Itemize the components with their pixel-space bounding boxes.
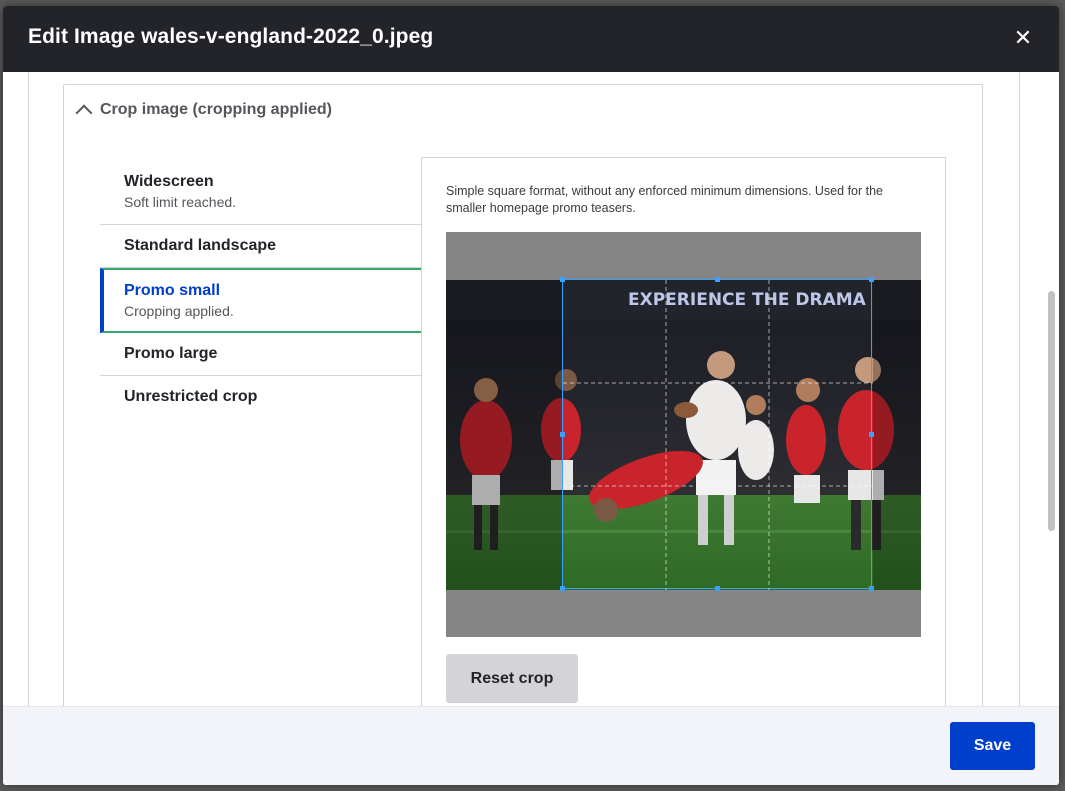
tab-status: Cropping applied.	[124, 303, 234, 319]
tab-status: Soft limit reached.	[124, 194, 237, 210]
crop-handle-e[interactable]	[869, 432, 874, 437]
crop-handle-w[interactable]	[560, 432, 565, 437]
crop-handle-se[interactable]	[869, 586, 874, 591]
dialog-content: Crop image (cropping applied) Widescreen…	[3, 72, 1059, 706]
dialog-footer: Save	[3, 706, 1059, 785]
tab-label: Promo large	[124, 345, 218, 362]
content-scrollbar[interactable]	[1048, 291, 1055, 531]
tab-standard-landscape[interactable]: Standard landscape	[100, 225, 422, 268]
crop-description: Simple square format, without any enforc…	[446, 184, 883, 215]
chevron-up-icon	[75, 104, 93, 122]
crop-details: Crop image (cropping applied) Widescreen…	[63, 84, 983, 706]
dialog-title: Edit Image wales-v-england-2022_0.jpeg	[28, 25, 434, 48]
tab-widescreen[interactable]: Widescreen Soft limit reached.	[100, 159, 422, 225]
tab-label: Standard landscape	[124, 237, 277, 254]
crop-details-summary[interactable]: Crop image (cropping applied)	[75, 101, 333, 122]
edit-image-dialog: Edit Image wales-v-england-2022_0.jpeg ✕…	[3, 6, 1059, 785]
crop-handle-s[interactable]	[715, 586, 720, 591]
tab-promo-small[interactable]: Promo small Cropping applied.	[100, 268, 422, 333]
crop-handle-ne[interactable]	[869, 277, 874, 282]
crop-area[interactable]: EXPERIENCE THE DRAMA	[446, 232, 921, 637]
save-button[interactable]: Save	[950, 722, 1035, 770]
tab-label: Widescreen	[124, 173, 214, 190]
close-icon[interactable]: ✕	[1013, 27, 1033, 49]
reset-crop-button[interactable]: Reset crop	[446, 654, 578, 703]
crop-type-tabs: Widescreen Soft limit reached. Standard …	[100, 159, 422, 418]
tab-label: Unrestricted crop	[124, 388, 258, 405]
dialog-titlebar: Edit Image wales-v-england-2022_0.jpeg ✕	[3, 6, 1059, 72]
tab-label: Promo small	[124, 282, 221, 299]
crop-panel: Simple square format, without any enforc…	[421, 157, 946, 706]
crop-details-summary-label: Crop image (cropping applied)	[100, 101, 333, 118]
crop-handle-n[interactable]	[715, 277, 720, 282]
crop-handle-sw[interactable]	[560, 586, 565, 591]
crop-selection-box[interactable]	[560, 277, 874, 591]
tab-unrestricted-crop[interactable]: Unrestricted crop	[100, 376, 422, 418]
crop-grid-lines	[563, 280, 873, 590]
crop-handle-nw[interactable]	[560, 277, 565, 282]
tab-promo-large[interactable]: Promo large	[100, 333, 422, 376]
